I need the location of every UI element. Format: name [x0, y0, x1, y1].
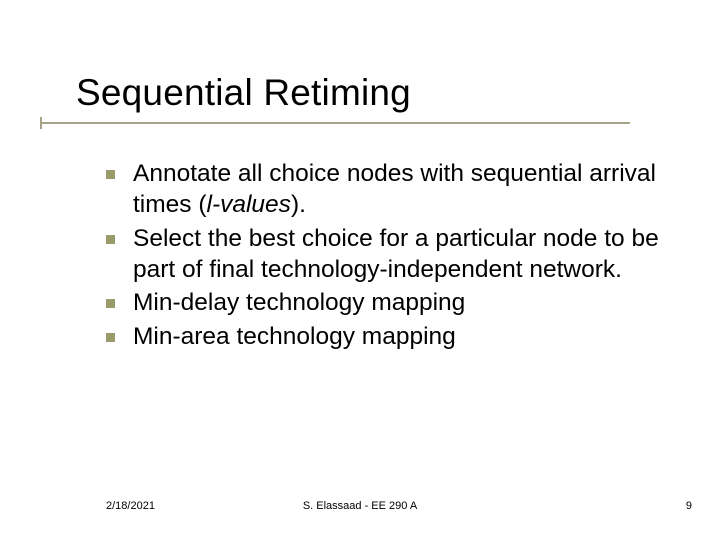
body: Annotate all choice nodes with sequentia…	[106, 158, 666, 354]
list-item-text: Annotate all choice nodes with sequentia…	[133, 158, 666, 221]
square-bullet-icon	[106, 235, 115, 244]
list-item: Annotate all choice nodes with sequentia…	[106, 158, 666, 221]
footer-center: S. Elassaad - EE 290 A	[0, 500, 720, 512]
slide-title: Sequential Retiming	[76, 72, 411, 114]
list-item-text: Min-delay technology mapping	[133, 287, 465, 318]
list-item-text: Min-area technology mapping	[133, 321, 456, 352]
list-item-text: Select the best choice for a particular …	[133, 223, 666, 286]
list-item: Select the best choice for a particular …	[106, 223, 666, 286]
square-bullet-icon	[106, 299, 115, 308]
square-bullet-icon	[106, 170, 115, 179]
square-bullet-icon	[106, 333, 115, 342]
title-wrap: Sequential Retiming	[76, 72, 411, 114]
text-pre: Min-delay technology mapping	[133, 289, 465, 316]
text-pre: Select the best choice for a particular …	[133, 225, 659, 283]
slide: Sequential Retiming Annotate all choice …	[0, 0, 720, 540]
list-item: Min-delay technology mapping	[106, 287, 666, 318]
footer-page-number: 9	[686, 500, 692, 512]
text-em: l-values	[207, 191, 291, 218]
text-post: ).	[291, 191, 306, 218]
text-pre: Min-area technology mapping	[133, 323, 456, 350]
list-item: Min-area technology mapping	[106, 321, 666, 352]
title-tick	[40, 117, 42, 129]
title-underline	[40, 122, 630, 124]
